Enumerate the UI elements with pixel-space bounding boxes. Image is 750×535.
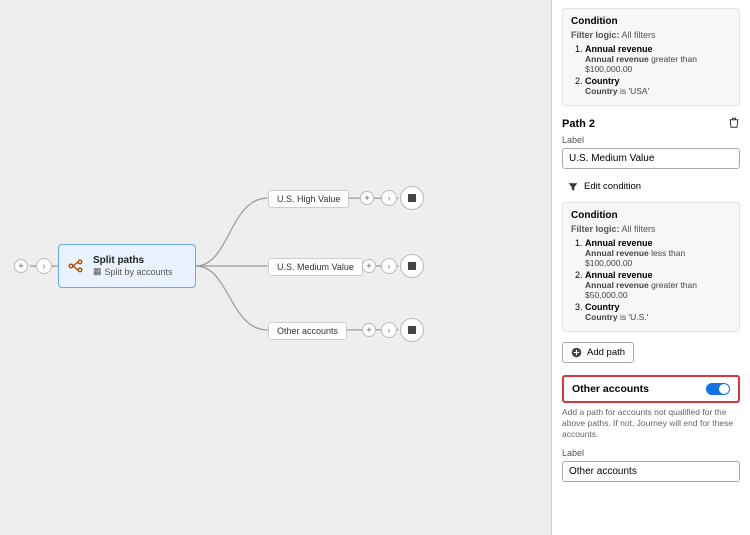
- add-node-branch-3[interactable]: +: [362, 323, 376, 337]
- chevron-right-icon: ›: [381, 258, 397, 274]
- edit-condition-button[interactable]: Edit condition: [562, 177, 740, 196]
- label-caption: Label: [562, 135, 740, 145]
- chevron-right-icon: ›: [381, 322, 397, 338]
- split-node-subtitle: ▦Split by accounts: [93, 266, 173, 277]
- add-path-button[interactable]: Add path: [562, 342, 634, 363]
- path2-title: Path 2: [562, 118, 595, 130]
- path2-label-input[interactable]: [562, 148, 740, 169]
- other-accounts-help: Add a path for accounts not qualified fo…: [562, 407, 740, 440]
- path1-rules: Annual revenueAnnual revenue greater tha…: [571, 44, 731, 96]
- delete-path-button[interactable]: [728, 116, 740, 131]
- other-accounts-label-input[interactable]: [562, 461, 740, 482]
- chevron-right-icon: ›: [36, 258, 52, 274]
- end-node-3[interactable]: [400, 318, 424, 342]
- other-accounts-section: Other accounts: [562, 375, 740, 403]
- chevron-right-icon: ›: [381, 190, 397, 206]
- journey-canvas[interactable]: + › Split paths ▦Split by accounts U.S. …: [0, 0, 552, 535]
- condition-heading: Condition: [571, 16, 731, 27]
- end-node-2[interactable]: [400, 254, 424, 278]
- split-node-title: Split paths: [93, 255, 173, 266]
- path2-condition-box: Condition Filter logic: All filters Annu…: [562, 202, 740, 332]
- other-accounts-toggle[interactable]: [706, 383, 730, 395]
- branch-label-3[interactable]: Other accounts: [268, 322, 347, 340]
- branch-label-2[interactable]: U.S. Medium Value: [268, 258, 363, 276]
- branch-label-1[interactable]: U.S. High Value: [268, 190, 349, 208]
- end-node-1[interactable]: [400, 186, 424, 210]
- split-icon: [67, 257, 85, 275]
- filter-logic: Filter logic: All filters: [571, 30, 731, 40]
- path2-rules: Annual revenueAnnual revenue less than $…: [571, 238, 731, 322]
- add-node-branch-2[interactable]: +: [362, 259, 376, 273]
- properties-panel: Condition Filter logic: All filters Annu…: [552, 0, 750, 535]
- add-node-button[interactable]: +: [14, 259, 28, 273]
- condition-heading: Condition: [571, 210, 731, 221]
- path2-header: Path 2: [562, 116, 740, 131]
- plus-circle-icon: [571, 347, 582, 358]
- other-accounts-title: Other accounts: [572, 383, 649, 395]
- filter-logic: Filter logic: All filters: [571, 224, 731, 234]
- add-node-branch-1[interactable]: +: [360, 191, 374, 205]
- path1-condition-box: Condition Filter logic: All filters Annu…: [562, 8, 740, 106]
- split-paths-node[interactable]: Split paths ▦Split by accounts: [58, 244, 196, 288]
- label-caption: Label: [562, 448, 740, 458]
- filter-icon: [568, 182, 578, 192]
